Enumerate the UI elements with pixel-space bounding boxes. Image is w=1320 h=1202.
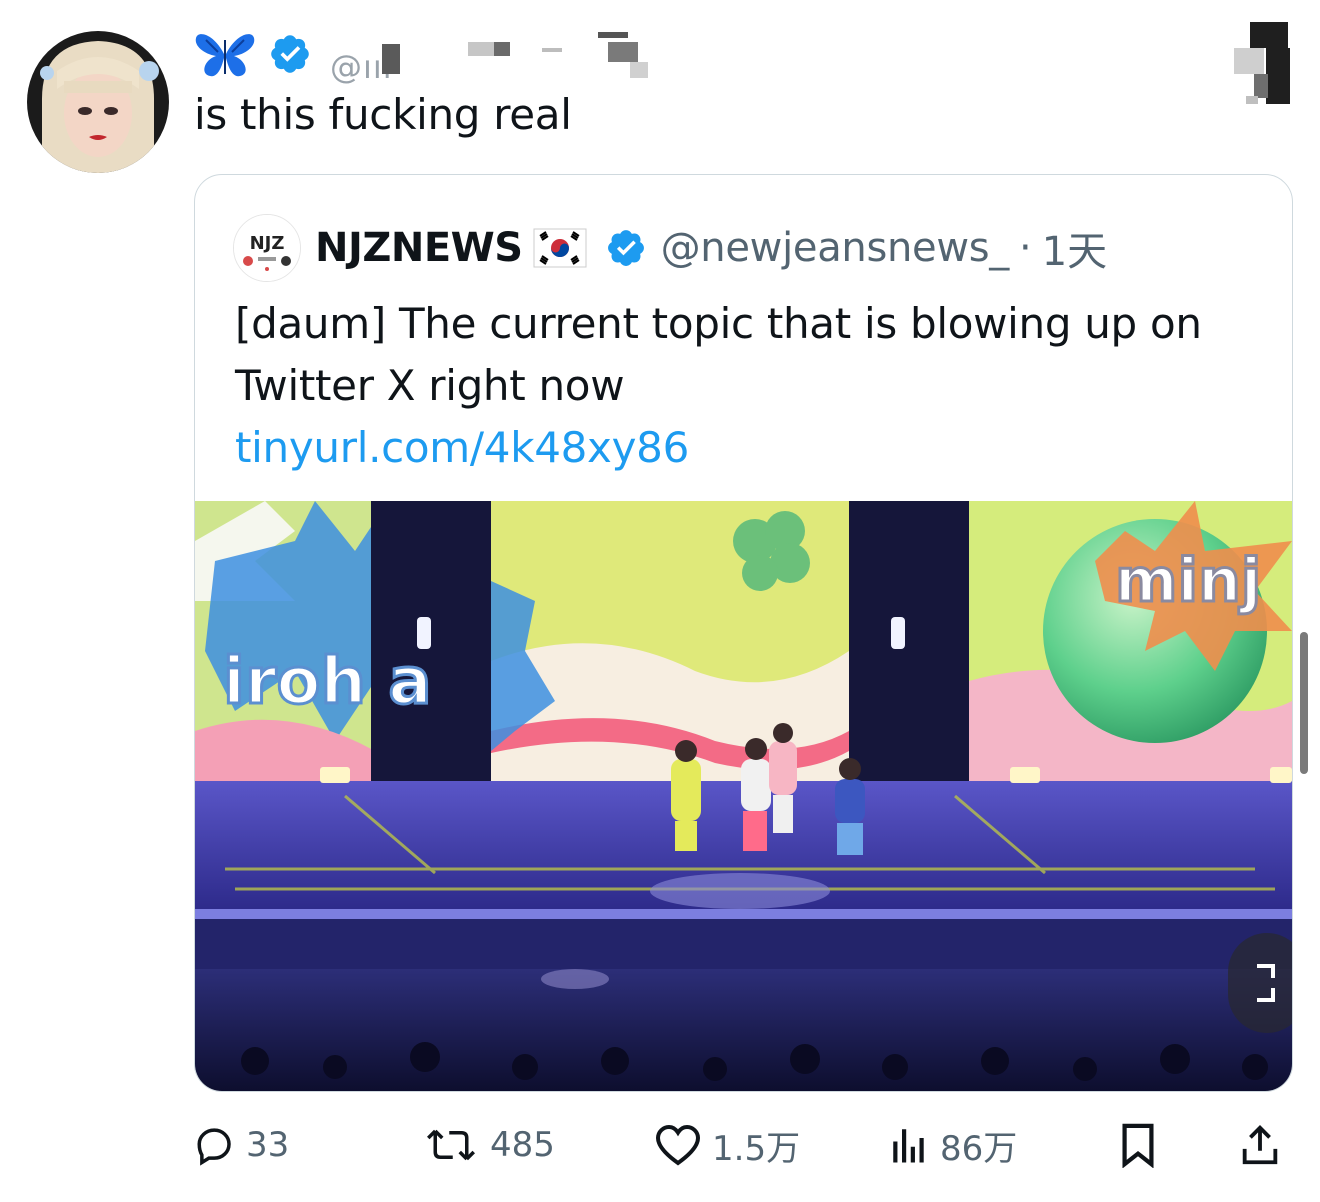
butterfly-icon [195,34,255,77]
share-icon [1242,1125,1278,1165]
view-count: 86万 [940,1128,1018,1169]
verified-badge-icon [271,35,309,73]
author-avatar[interactable] [27,31,169,173]
views-icon [893,1129,924,1163]
action-bar: 33 485 1.5万 86万 [194,1110,1294,1180]
quoted-author-name[interactable]: NJZNEWS [315,225,523,271]
views-button[interactable]: 86万 [888,1110,1017,1180]
quoted-tweet-text: [daum] The current topic that is blowing… [235,293,1255,479]
reply-button[interactable]: 33 [194,1110,289,1180]
like-button[interactable]: 1.5万 [654,1110,800,1180]
media-expand-button[interactable] [1228,933,1292,1033]
reply-count: 33 [246,1125,290,1165]
like-count: 1.5万 [712,1128,801,1169]
quoted-author-avatar[interactable]: NJZ [233,214,301,282]
like-icon [655,1124,701,1166]
retweet-icon [427,1129,475,1161]
scrollbar[interactable] [1300,632,1308,774]
quoted-tweet-header: NJZ NJZNEWS @newjeansnews_ · 1天 [233,213,1107,283]
quoted-tweet-body: [daum] The current topic that is blowing… [235,299,1202,410]
quoted-tweet[interactable]: NJZ NJZNEWS @newjeansnews_ · 1天 [daum] T… [194,174,1293,1092]
reply-icon [197,1128,231,1166]
quoted-tweet-media[interactable]: minj iroh a [195,501,1292,1091]
timestamp[interactable]: 1天 [1042,219,1107,277]
tweet-text: is this fucking real [194,90,572,139]
quoted-tweet-link[interactable]: tinyurl.com/4k48xy86 [235,417,1255,479]
blurred-handle: @ııı [330,28,670,88]
bookmark-button[interactable] [1118,1110,1158,1180]
share-button[interactable] [1238,1110,1282,1180]
author-header [194,26,312,82]
verified-badge-icon [607,230,644,266]
separator-dot: · [1019,225,1032,271]
more-options-button[interactable] [1226,18,1292,104]
retweet-count: 485 [490,1125,555,1165]
korea-flag-icon [533,228,587,268]
svg-text:NJZ: NJZ [250,233,285,254]
quoted-author-handle[interactable]: @newjeansnews_ [661,225,1010,271]
screen-sign-right: minj [1115,546,1261,616]
bookmark-icon [1122,1123,1154,1168]
screen-sign-left: iroh a [223,645,432,719]
retweet-button[interactable]: 485 [422,1110,555,1180]
